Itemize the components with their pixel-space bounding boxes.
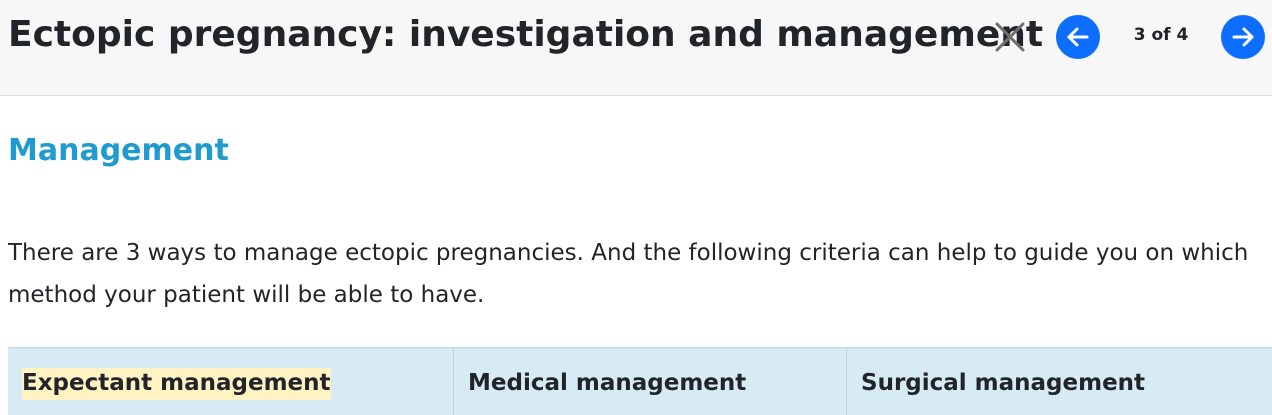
column-header-medical: Medical management [454,348,847,415]
close-button[interactable] [990,17,1030,57]
previous-page-button[interactable] [1056,15,1100,59]
highlighted-text: Expectant management [22,368,331,400]
management-table-header: Expectant management Medical management … [8,347,1272,415]
column-header-surgical: Surgical management [861,370,1146,396]
close-icon [995,22,1025,52]
page-counter: 3 of 4 [1133,25,1189,45]
arrow-right-icon [1232,27,1254,47]
header-bar: Ectopic pregnancy: investigation and man… [0,0,1272,96]
page-title: Ectopic pregnancy: investigation and man… [8,14,1044,55]
section-heading: Management [8,133,229,168]
next-page-button[interactable] [1221,15,1265,59]
column-header-expectant: Expectant management [8,348,454,415]
arrow-left-icon [1067,27,1089,47]
intro-paragraph: There are 3 ways to manage ectopic pregn… [8,240,1249,308]
